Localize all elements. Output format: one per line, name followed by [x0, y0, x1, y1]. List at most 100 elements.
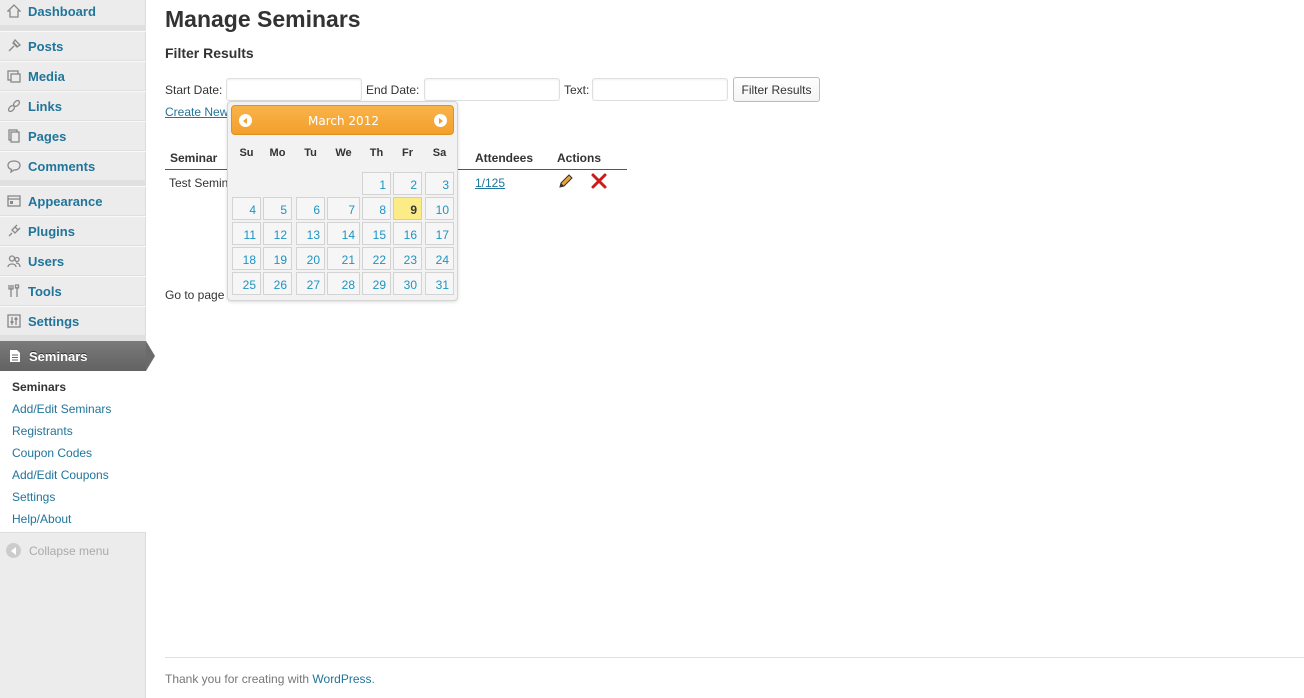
- calendar-day[interactable]: 24: [425, 247, 454, 270]
- start-date-input[interactable]: [226, 78, 362, 101]
- menu-item-tools[interactable]: Tools: [0, 276, 146, 306]
- filter-results-button[interactable]: Filter Results: [733, 77, 820, 102]
- page-title: Manage Seminars: [165, 6, 361, 32]
- calendar-day[interactable]: 17: [425, 222, 454, 245]
- calendar-day[interactable]: 18: [232, 247, 261, 270]
- day-of-week-header: Tu: [304, 147, 317, 159]
- calendar-day[interactable]: 10: [425, 197, 454, 220]
- calendar-day[interactable]: 11: [232, 222, 261, 245]
- collapse-label: Collapse menu: [29, 543, 110, 558]
- menu-item-seminars[interactable]: Seminars: [0, 341, 155, 371]
- text-filter-input[interactable]: [592, 78, 728, 101]
- tools-icon: [7, 284, 21, 298]
- calendar-day[interactable]: 31: [425, 272, 454, 295]
- calendar-day[interactable]: 16: [393, 222, 422, 245]
- menu-item-appearance[interactable]: Appearance: [0, 186, 146, 216]
- calendar-day[interactable]: 30: [393, 272, 422, 295]
- datepicker-title: March 2012: [308, 114, 379, 128]
- calendar-day[interactable]: 28: [327, 272, 360, 295]
- calendar-day[interactable]: 25: [232, 272, 261, 295]
- menu-item-dashboard[interactable]: Dashboard: [0, 0, 146, 26]
- submenu-seminars[interactable]: Seminars: [12, 380, 66, 394]
- menu-item-settings[interactable]: Settings: [0, 306, 146, 336]
- footer-rule: [165, 657, 1304, 658]
- submenu-add-edit-seminars[interactable]: Add/Edit Seminars: [12, 402, 111, 416]
- calendar-day[interactable]: 6: [296, 197, 325, 220]
- calendar-day[interactable]: 21: [327, 247, 360, 270]
- calendar-day[interactable]: 3: [425, 172, 454, 195]
- users-icon: [7, 254, 21, 268]
- menu-item-links[interactable]: Links: [0, 91, 146, 121]
- calendar-day[interactable]: 14: [327, 222, 360, 245]
- plugins-icon: [7, 224, 21, 238]
- submenu-registrants[interactable]: Registrants: [12, 424, 73, 438]
- seminars-submenu: Seminars Add/Edit Seminars Registrants C…: [0, 371, 146, 533]
- calendar-day[interactable]: 27: [296, 272, 325, 295]
- calendar-day-today[interactable]: 9: [393, 197, 422, 220]
- current-arrow: [146, 341, 155, 371]
- calendar-day[interactable]: 15: [362, 222, 391, 245]
- calendar-day[interactable]: 29: [362, 272, 391, 295]
- calendar-day[interactable]: 26: [263, 272, 292, 295]
- create-new-seminar-link[interactable]: Create New Seminar: [165, 105, 227, 119]
- day-of-week-header: Mo: [269, 147, 286, 159]
- pencil-icon[interactable]: [558, 173, 574, 189]
- end-date-label: End Date:: [366, 83, 420, 97]
- menu-item-pages[interactable]: Pages: [0, 121, 146, 151]
- menu-label: Seminars: [29, 348, 88, 364]
- submenu-settings[interactable]: Settings: [12, 490, 55, 504]
- submenu-help-about[interactable]: Help/About: [12, 512, 71, 526]
- menu-label: Pages: [28, 128, 67, 144]
- calendar-day[interactable]: 5: [263, 197, 292, 220]
- calendar-day[interactable]: 13: [296, 222, 325, 245]
- calendar-day[interactable]: 22: [362, 247, 391, 270]
- menu-item-plugins[interactable]: Plugins: [0, 216, 146, 246]
- menu-label: Comments: [28, 158, 96, 174]
- wordpress-link[interactable]: WordPress: [312, 672, 371, 686]
- datepicker-header: March 2012: [231, 105, 454, 135]
- datepicker-popup: March 2012 Su Mo Tu We Th Fr Sa 1 2 3 4 5 6 7 8 9 10 11 12…: [227, 101, 458, 301]
- next-month-icon[interactable]: [434, 114, 447, 127]
- goto-page-label: Go to page: [165, 288, 225, 302]
- menu-item-users[interactable]: Users: [0, 246, 146, 276]
- collapse-menu-button[interactable]: Collapse menu: [6, 543, 109, 558]
- seminar-name-cell: Test Seminar: [169, 176, 227, 190]
- menu-label: Appearance: [28, 193, 103, 209]
- calendar-day[interactable]: 23: [393, 247, 422, 270]
- col-header-attendees: Attendees: [475, 151, 534, 165]
- menu-label: Users: [28, 253, 65, 269]
- filter-heading: Filter Results: [165, 45, 254, 61]
- end-date-input[interactable]: [424, 78, 560, 101]
- calendar-day[interactable]: 20: [296, 247, 325, 270]
- menu-label: Dashboard: [28, 3, 96, 19]
- delete-icon[interactable]: [590, 172, 608, 190]
- pages-icon: [7, 129, 21, 143]
- submenu-add-edit-coupons[interactable]: Add/Edit Coupons: [12, 468, 109, 482]
- collapse-arrow-icon: [6, 543, 21, 558]
- calendar-day[interactable]: 8: [362, 197, 391, 220]
- links-icon: [7, 99, 21, 113]
- menu-item-comments[interactable]: Comments: [0, 151, 146, 181]
- dashboard-icon: [7, 4, 21, 18]
- calendar-day[interactable]: 12: [263, 222, 292, 245]
- start-date-label: Start Date:: [165, 83, 223, 97]
- calendar-day[interactable]: 19: [263, 247, 292, 270]
- seminars-icon: [8, 349, 22, 363]
- menu-label: Plugins: [28, 223, 75, 239]
- menu-item-posts[interactable]: Posts: [0, 31, 146, 61]
- menu-label: Posts: [28, 38, 64, 54]
- attendees-link[interactable]: 1/125: [475, 176, 505, 190]
- day-of-week-header: Su: [239, 147, 254, 159]
- menu-label: Media: [28, 68, 65, 84]
- day-of-week-header: Sa: [432, 147, 447, 159]
- settings-icon: [7, 314, 21, 328]
- media-icon: [7, 69, 21, 83]
- col-header-actions: Actions: [557, 151, 602, 165]
- calendar-day[interactable]: 7: [327, 197, 360, 220]
- admin-sidebar: Dashboard Posts Media Links Pages Commen…: [0, 0, 155, 698]
- menu-item-media[interactable]: Media: [0, 61, 146, 91]
- calendar-day[interactable]: 2: [393, 172, 422, 195]
- submenu-coupon-codes[interactable]: Coupon Codes: [12, 446, 92, 460]
- calendar-day[interactable]: 4: [232, 197, 261, 220]
- calendar-day[interactable]: 1: [362, 172, 391, 195]
